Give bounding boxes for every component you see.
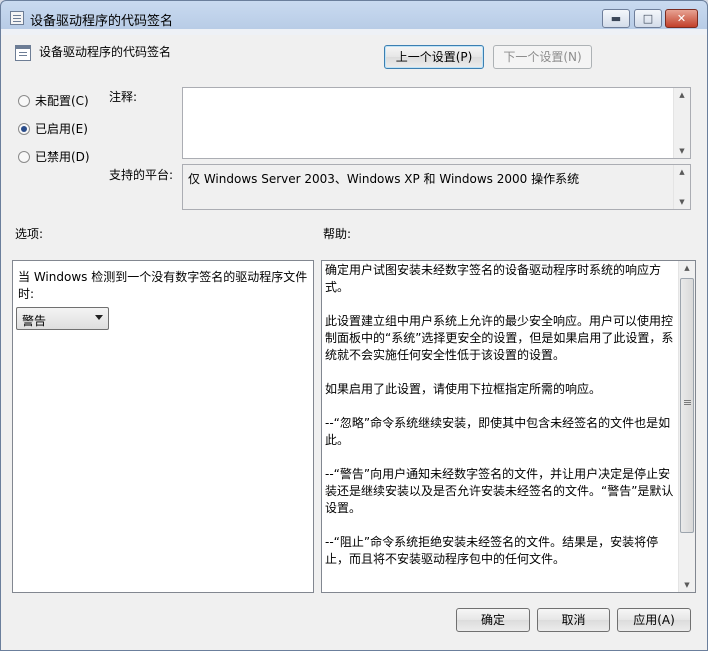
scrollbar-thumb[interactable] <box>680 278 694 533</box>
window-title: 设备驱动程序的代码签名 <box>30 14 174 29</box>
help-label: 帮助: <box>323 227 352 241</box>
radio-enabled-circle[interactable] <box>18 122 30 135</box>
help-paragraph: 确定用户试图安装未经数字签名的设备驱动程序时系统的响应方式。 <box>325 263 662 294</box>
close-button[interactable]: ✕ <box>665 9 698 28</box>
title-bar[interactable]: 设备驱动程序的代码签名 ▬ □ ✕ <box>1 1 707 35</box>
help-scrollbar[interactable]: ▲ ▼ <box>678 261 695 592</box>
scroll-up-icon[interactable]: ▲ <box>674 168 690 176</box>
scroll-down-icon[interactable]: ▼ <box>674 147 690 155</box>
response-selected-value: 警告 <box>22 314 47 328</box>
options-label: 选项: <box>15 227 44 241</box>
radio-enabled[interactable]: 已启用(E) <box>18 120 88 137</box>
chevron-down-icon[interactable] <box>95 315 103 320</box>
response-dropdown[interactable]: 警告 <box>16 307 109 330</box>
platform-label: 支持的平台: <box>109 168 174 182</box>
policy-setting-icon <box>15 45 31 61</box>
dialog-client-area: 设备驱动程序的代码签名 上一个设置(P) 下一个设置(N) 未配置(C) 已启用… <box>1 35 707 650</box>
options-panel: 当 Windows 检测到一个没有数字签名的驱动程序文件时: 警告 <box>12 260 314 593</box>
help-paragraph: 此设置建立组中用户系统上允许的最少安全响应。用户可以使用控制面板中的“系统”选择… <box>325 314 674 362</box>
policy-name: 设备驱动程序的代码签名 <box>39 45 172 59</box>
cancel-button[interactable]: 取消 <box>537 608 610 632</box>
radio-not-configured[interactable]: 未配置(C) <box>18 92 89 109</box>
help-panel: 确定用户试图安装未经数字签名的设备驱动程序时系统的响应方式。 此设置建立组中用户… <box>321 260 696 593</box>
options-prompt: 当 Windows 检测到一个没有数字签名的驱动程序文件时: <box>18 270 308 301</box>
radio-enabled-label: 已启用(E) <box>35 122 88 136</box>
radio-disabled[interactable]: 已禁用(D) <box>18 148 90 165</box>
help-paragraph <box>325 296 677 313</box>
comment-textarea[interactable]: ▲ ▼ <box>182 87 691 159</box>
help-paragraph <box>325 449 677 466</box>
comment-label: 注释: <box>109 90 138 104</box>
policy-setting-icon <box>10 11 24 25</box>
maximize-button[interactable]: □ <box>634 9 662 28</box>
platform-box: 仅 Windows Server 2003、Windows XP 和 Windo… <box>182 164 691 210</box>
radio-not-configured-circle[interactable] <box>18 94 30 107</box>
previous-setting-button[interactable]: 上一个设置(P) <box>384 45 484 69</box>
radio-disabled-circle[interactable] <box>18 150 30 163</box>
help-paragraph <box>325 398 677 415</box>
help-text: 确定用户试图安装未经数字签名的设备驱动程序时系统的响应方式。 此设置建立组中用户… <box>325 262 677 568</box>
help-paragraph: 如果启用了此设置，请使用下拉框指定所需的响应。 <box>325 382 602 396</box>
help-paragraph <box>325 517 677 534</box>
minimize-button[interactable]: ▬ <box>602 9 630 28</box>
scroll-down-icon[interactable]: ▼ <box>679 581 695 589</box>
platform-value: 仅 Windows Server 2003、Windows XP 和 Windo… <box>188 172 580 186</box>
apply-button[interactable]: 应用(A) <box>617 608 691 632</box>
platform-scrollbar[interactable]: ▲ ▼ <box>673 165 690 209</box>
radio-disabled-label: 已禁用(D) <box>35 150 90 164</box>
ok-button[interactable]: 确定 <box>456 608 530 632</box>
scroll-up-icon[interactable]: ▲ <box>679 264 695 272</box>
scroll-down-icon[interactable]: ▼ <box>674 198 690 206</box>
scroll-up-icon[interactable]: ▲ <box>674 91 690 99</box>
help-paragraph: --“忽略”命令系统继续安装，即使其中包含未经签名的文件也是如此。 <box>325 416 671 447</box>
dialog-window: 设备驱动程序的代码签名 ▬ □ ✕ 设备驱动程序的代码签名 上一个设置(P) 下… <box>0 0 708 651</box>
help-paragraph <box>325 364 677 381</box>
radio-not-configured-label: 未配置(C) <box>35 94 89 108</box>
comment-scrollbar[interactable]: ▲ ▼ <box>673 88 690 158</box>
help-paragraph: --“警告”向用户通知未经数字签名的文件，并让用户决定是停止安装还是继续安装以及… <box>325 467 674 515</box>
help-paragraph: --“阻止”命令系统拒绝安装未经签名的文件。结果是，安装将停止，而且将不安装驱动… <box>325 535 659 566</box>
grip-icon <box>684 400 691 401</box>
next-setting-button[interactable]: 下一个设置(N) <box>493 45 592 69</box>
